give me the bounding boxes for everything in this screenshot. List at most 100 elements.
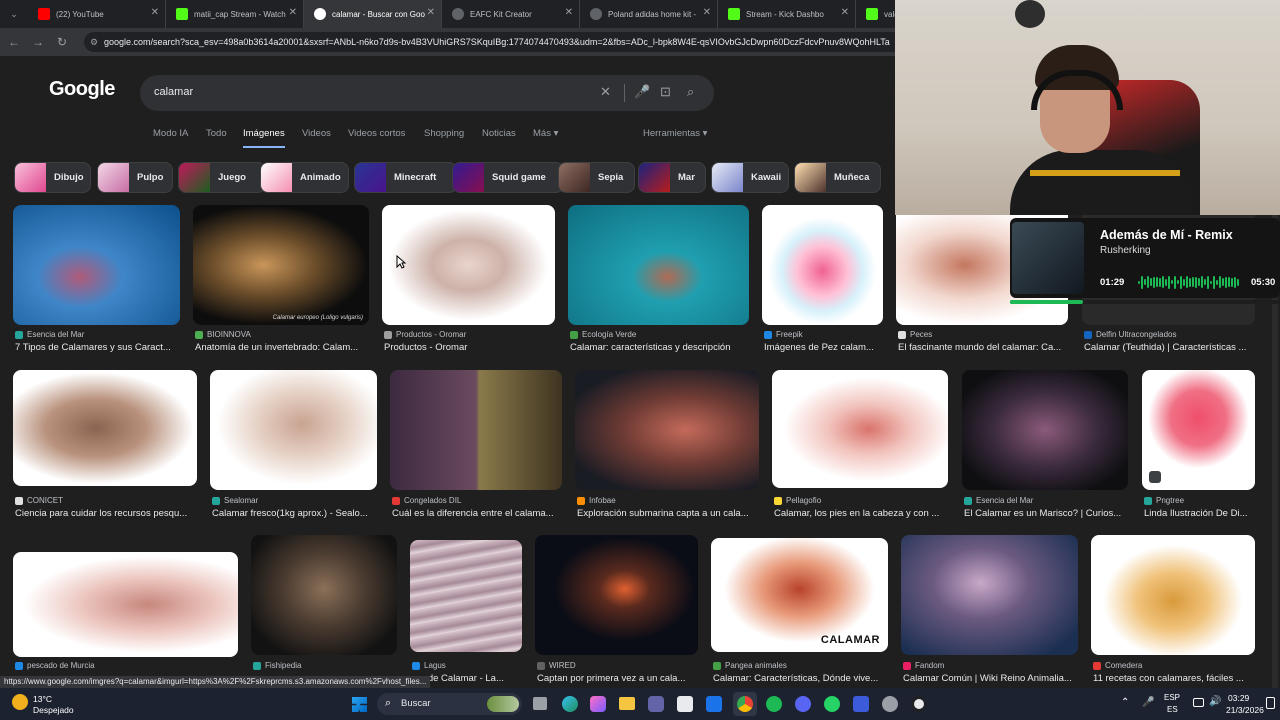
close-icon[interactable]: ✕ [841, 7, 849, 18]
browser-tab-active[interactable]: calamar - Buscar con Goo ✕ [304, 0, 442, 28]
tab-modo-ia[interactable]: Modo IA [153, 128, 188, 139]
image-result[interactable]: CALAMAR Pangea animales Calamar: Caracte… [711, 535, 888, 688]
tab-list-button[interactable]: ⌄ [0, 0, 28, 28]
result-source[interactable]: Congelados DIL [392, 496, 461, 505]
result-image[interactable] [762, 205, 883, 325]
image-result[interactable]: Freepik Imágenes de Pez calam... [762, 205, 883, 355]
result-source[interactable]: WIRED [537, 661, 576, 670]
result-source[interactable]: Esencia del Mar [964, 496, 1033, 505]
result-title[interactable]: Calamar Común | Wiki Reino Animalia... [903, 673, 1078, 684]
result-title[interactable]: Calamar: características y descripción [570, 342, 749, 353]
chip[interactable]: Sepia [558, 162, 635, 193]
result-image[interactable] [13, 552, 238, 657]
result-image[interactable] [382, 205, 555, 325]
result-title[interactable]: Anatomía de un invertebrado: Calam... [195, 342, 369, 353]
tab-todo[interactable]: Todo [206, 128, 227, 139]
shield-icon[interactable] [853, 696, 869, 712]
tab-imagenes[interactable]: Imágenes [243, 128, 285, 148]
image-result[interactable]: Pngtree Linda Ilustración De Di... [1142, 370, 1255, 522]
result-title[interactable]: Linda Ilustración De Di... [1144, 508, 1255, 519]
steam-icon[interactable] [882, 696, 898, 712]
image-result[interactable]: Comedera 11 recetas con calamares, fácil… [1091, 535, 1255, 688]
result-title[interactable]: 7 Tipos de Calamares y sus Caract... [15, 342, 180, 353]
result-source[interactable]: Pellagofio [774, 496, 821, 505]
image-result[interactable]: pescado de Murcia [13, 535, 238, 688]
chip[interactable]: Minecraft [354, 162, 457, 193]
result-source[interactable]: Ecología Verde [570, 330, 636, 339]
browser-tab[interactable]: Poland adidas home kit - ✕ [580, 0, 718, 28]
result-source[interactable]: Pngtree [1144, 496, 1184, 505]
result-image[interactable] [535, 535, 698, 655]
result-title[interactable]: Calamar: Características, Dónde vive... [713, 673, 888, 684]
result-title[interactable]: El fascinante mundo del calamar: Ca... [898, 342, 1068, 353]
browser-tab[interactable]: Stream - Kick Dashbo ✕ [718, 0, 856, 28]
result-source[interactable]: Freepik [764, 330, 803, 339]
notification-icon[interactable] [1266, 697, 1275, 709]
tab-videos[interactable]: Videos [302, 128, 331, 139]
whatsapp-icon[interactable] [824, 696, 840, 712]
task-view-icon[interactable] [533, 697, 547, 710]
reload-icon[interactable]: ↻ [50, 35, 74, 49]
result-image[interactable] [575, 370, 759, 490]
result-source[interactable]: Fishipedia [253, 661, 301, 670]
result-image[interactable] [410, 540, 522, 652]
browser-tab[interactable]: matii_cap Stream - Watch ✕ [166, 0, 304, 28]
forward-icon[interactable]: → [26, 35, 50, 49]
clock-time[interactable]: 03:29 [1228, 693, 1249, 703]
image-result[interactable]: Fandom Calamar Común | Wiki Reino Animal… [901, 535, 1078, 688]
image-result[interactable]: Congelados DIL Cuál es la diferencia ent… [390, 370, 562, 522]
image-result[interactable]: Productos - Oromar Productos - Oromar [382, 205, 555, 355]
image-result[interactable]: Lagus ...o de Calamar - La... [410, 535, 522, 688]
result-source[interactable]: CONICET [15, 496, 63, 505]
teams-icon[interactable] [648, 696, 664, 712]
tab-shopping[interactable]: Shopping [424, 128, 464, 139]
edge-icon[interactable] [562, 696, 578, 712]
close-icon[interactable]: ✕ [565, 7, 573, 18]
spotify-icon[interactable] [766, 696, 782, 712]
search-input[interactable]: calamar [154, 86, 193, 98]
result-source[interactable]: Fandom [903, 661, 944, 670]
mic-tray-icon[interactable]: 🎤 [1142, 697, 1154, 708]
result-title[interactable]: Calamar, los pies en la cabeza y con ... [774, 508, 948, 519]
tray-chevron-icon[interactable]: ⌃ [1121, 697, 1129, 708]
chip[interactable]: Animado [260, 162, 349, 193]
result-title[interactable]: Captan por primera vez a un cala... [537, 673, 698, 684]
image-result[interactable]: Pellagofio Calamar, los pies en la cabez… [772, 370, 948, 522]
image-result[interactable]: Ecología Verde Calamar: características … [568, 205, 749, 355]
result-image[interactable] [13, 370, 197, 486]
store-icon[interactable] [677, 696, 693, 712]
search-icon[interactable]: ⌕ [687, 84, 694, 100]
result-image[interactable] [962, 370, 1128, 490]
result-image[interactable] [210, 370, 377, 490]
mail-icon[interactable] [706, 696, 722, 712]
close-icon[interactable]: ✕ [151, 7, 159, 18]
url-field[interactable]: ⚙ google.com/search?sca_esv=498a0b3614a2… [84, 32, 984, 52]
image-result[interactable]: Infobae Exploración submarina capta a un… [575, 370, 759, 522]
browser-tab[interactable]: (22) YouTube ✕ [28, 0, 166, 28]
image-result[interactable]: Esencia del Mar 7 Tipos de Calamares y s… [13, 205, 180, 355]
weather-widget[interactable]: 13°C Despejado [10, 691, 90, 717]
chip[interactable]: Pulpo [97, 162, 173, 193]
microphone-icon[interactable]: 🎤 [634, 84, 650, 100]
clear-icon[interactable]: ✕ [600, 84, 611, 100]
result-image[interactable]: CALAMAR [711, 538, 888, 652]
result-title[interactable]: Productos - Oromar [384, 342, 555, 353]
chip[interactable]: Kawaii [711, 162, 789, 193]
image-result[interactable]: WIRED Captan por primera vez a un cala..… [535, 535, 698, 688]
obs-icon[interactable] [911, 696, 927, 712]
network-icon[interactable] [1193, 698, 1204, 707]
result-source[interactable]: Infobae [577, 496, 616, 505]
tools-button[interactable]: Herramientas ▾ [643, 128, 707, 139]
image-result[interactable]: CONICET Ciencia para cuidar los recursos… [13, 370, 197, 522]
image-result[interactable]: Fishipedia [251, 535, 397, 688]
taskbar-search[interactable]: ⌕ Buscar [377, 693, 522, 715]
chip[interactable]: Squid game [452, 162, 564, 193]
file-explorer-icon[interactable] [619, 697, 635, 710]
search-box[interactable]: calamar ✕ 🎤 ⊡ ⌕ [140, 75, 714, 111]
volume-icon[interactable]: 🔊 [1209, 696, 1221, 707]
image-result[interactable]: Sealomar Calamar fresco(1kg aprox.) - Se… [210, 370, 377, 522]
result-source[interactable]: Lagus [412, 661, 446, 670]
browser-tab[interactable]: EAFC Kit Creator ✕ [442, 0, 580, 28]
result-image[interactable] [568, 205, 749, 325]
result-source[interactable]: BIOINNOVA [195, 330, 251, 339]
